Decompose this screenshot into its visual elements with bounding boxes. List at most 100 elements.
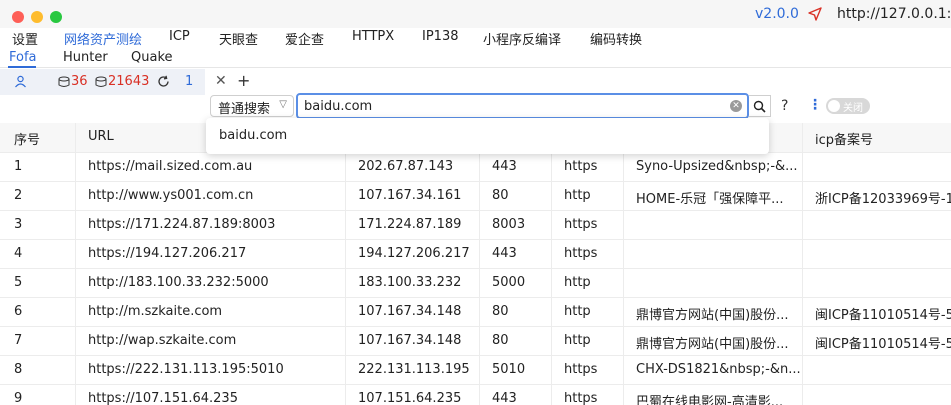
cell-protocol: http <box>551 298 623 326</box>
menu-asset-mapping[interactable]: 网络资产测绘 <box>64 29 142 48</box>
search-box[interactable]: ✕ <box>296 93 749 119</box>
menu-settings[interactable]: 设置 <box>12 29 38 48</box>
cell-title: 巴蜀在线电影网-高清影... <box>623 385 802 405</box>
table-row[interactable]: 1 https://mail.sized.com.au 202.67.87.143 4… <box>0 153 951 182</box>
col-index-header[interactable]: 序号 <box>0 123 75 152</box>
cell-title: HOME-乐冠「强保障平... <box>623 182 802 210</box>
cell-icp: 闽ICP备11010514号-5 <box>802 298 951 326</box>
minimize-window-button[interactable] <box>31 11 43 23</box>
cell-icp <box>802 153 951 181</box>
tab-fofa[interactable]: Fofa <box>9 50 37 65</box>
cell-protocol: https <box>551 153 623 181</box>
database-total-icon <box>95 76 107 87</box>
more-options-icon[interactable]: ⋮ <box>808 97 822 113</box>
cell-ip: 107.151.64.235 <box>345 385 479 405</box>
table-row[interactable]: 3 https://171.224.87.189:8003 171.224.87.1… <box>0 211 951 240</box>
menu-miniprogram-decompile[interactable]: 小程序反编译 <box>483 29 561 48</box>
cell-protocol: https <box>551 211 623 239</box>
table-row[interactable]: 2 http://www.ys001.com.cn 107.167.34.161 80… <box>0 182 951 211</box>
query-toolbar: 36 21643 1 ✕ + <box>0 69 951 95</box>
clear-icon[interactable]: ✕ <box>730 100 742 112</box>
engine-tabs: Fofa Hunter Quake <box>0 48 951 68</box>
cell-port: 443 <box>479 153 551 181</box>
close-tab-icon[interactable]: ✕ <box>215 73 227 89</box>
tab-hunter[interactable]: Hunter <box>63 50 108 65</box>
cell-title: 鼎博官方网站(中国)股份... <box>623 298 802 326</box>
cell-url: http://wap.szkaite.com <box>75 327 345 355</box>
col-icp-header[interactable]: icp备案号 <box>802 123 951 152</box>
cell-port: 80 <box>479 298 551 326</box>
cell-icp <box>802 240 951 268</box>
table-row[interactable]: 8 https://222.131.113.195:5010 222.131.113… <box>0 356 951 385</box>
server-url: http://127.0.0.1:8081 <box>837 6 951 22</box>
cell-icp <box>802 211 951 239</box>
toggle-switch[interactable]: 关闭 <box>826 98 870 114</box>
menu-tianyancha[interactable]: 天眼查 <box>219 29 258 48</box>
cell-port: 443 <box>479 385 551 405</box>
menu-encoding[interactable]: 编码转换 <box>590 29 642 48</box>
cell-ip: 107.167.34.161 <box>345 182 479 210</box>
cell-icp <box>802 269 951 297</box>
result-count: 36 <box>71 74 88 89</box>
cell-index: 4 <box>14 246 23 261</box>
cell-index: 6 <box>14 304 23 319</box>
cell-index: 5 <box>14 275 23 290</box>
cell-ip: 107.167.34.148 <box>345 327 479 355</box>
cell-port: 5010 <box>479 356 551 384</box>
cell-protocol: https <box>551 385 623 405</box>
menu-aiqicha[interactable]: 爱企查 <box>285 29 324 48</box>
tab-quake[interactable]: Quake <box>131 50 173 65</box>
zoom-window-button[interactable] <box>50 11 62 23</box>
cell-ip: 171.224.87.189 <box>345 211 479 239</box>
table-row[interactable]: 7 http://wap.szkaite.com 107.167.34.148 80 h… <box>0 327 951 356</box>
table-row[interactable]: 5 http://183.100.33.232:5000 183.100.33.23… <box>0 269 951 298</box>
add-tab-icon[interactable]: + <box>237 71 250 90</box>
cell-ip: 202.67.87.143 <box>345 153 479 181</box>
cell-port: 80 <box>479 182 551 210</box>
cell-ip: 107.167.34.148 <box>345 298 479 326</box>
menu-httpx[interactable]: HTTPX <box>352 29 394 44</box>
search-input[interactable] <box>304 97 724 115</box>
help-icon[interactable]: ? <box>781 98 788 114</box>
cell-url: http://m.szkaite.com <box>75 298 345 326</box>
cell-ip: 183.100.33.232 <box>345 269 479 297</box>
cell-title: 鼎博官方网站(中国)股份... <box>623 327 802 355</box>
cell-index: 7 <box>14 333 23 348</box>
search-mode-select[interactable]: 普通搜索 ▽ <box>210 95 294 117</box>
results-table: 序号 URL icp备案号 1 https://mail.sized.com.au… <box>0 123 951 405</box>
cell-icp <box>802 356 951 384</box>
send-icon[interactable] <box>808 7 822 21</box>
cell-protocol: https <box>551 356 623 384</box>
cell-url: https://222.131.113.195:5010 <box>75 356 345 384</box>
suggestion-item[interactable]: baidu.com <box>219 128 287 143</box>
cell-index: 9 <box>14 391 23 405</box>
cell-protocol: http <box>551 269 623 297</box>
cell-index: 1 <box>14 159 23 174</box>
version-label: v2.0.0 <box>755 6 799 22</box>
main-menu: 设置 网络资产测绘 ICP 天眼查 爱企查 HTTPX IP138 小程序反编译… <box>0 28 951 48</box>
cell-ip: 222.131.113.195 <box>345 356 479 384</box>
search-suggestion-dropdown: baidu.com <box>206 118 769 154</box>
cell-protocol: http <box>551 182 623 210</box>
cell-port: 80 <box>479 327 551 355</box>
cell-url: https://171.224.87.189:8003 <box>75 211 345 239</box>
search-button[interactable] <box>749 95 771 117</box>
menu-icp[interactable]: ICP <box>169 29 190 44</box>
total-count: 21643 <box>108 74 150 89</box>
cell-icp <box>802 385 951 405</box>
cell-protocol: http <box>551 327 623 355</box>
table-row[interactable]: 6 http://m.szkaite.com 107.167.34.148 80 htt… <box>0 298 951 327</box>
toggle-label: 关闭 <box>843 103 863 114</box>
user-icon[interactable] <box>14 75 27 88</box>
tab-number[interactable]: 1 <box>185 74 193 89</box>
refresh-icon[interactable] <box>157 75 170 88</box>
table-row[interactable]: 4 https://194.127.206.217 194.127.206.217 4… <box>0 240 951 269</box>
cell-title: Syno-Upsized&nbsp;-&... <box>623 153 802 181</box>
cell-icp: 浙ICP备12033969号-1 <box>802 182 951 210</box>
menu-ip138[interactable]: IP138 <box>422 29 459 44</box>
cell-index: 3 <box>14 217 23 232</box>
close-window-button[interactable] <box>12 11 24 23</box>
cell-port: 8003 <box>479 211 551 239</box>
table-row[interactable]: 9 https://107.151.64.235 107.151.64.235 443… <box>0 385 951 405</box>
cell-url: https://194.127.206.217 <box>75 240 345 268</box>
